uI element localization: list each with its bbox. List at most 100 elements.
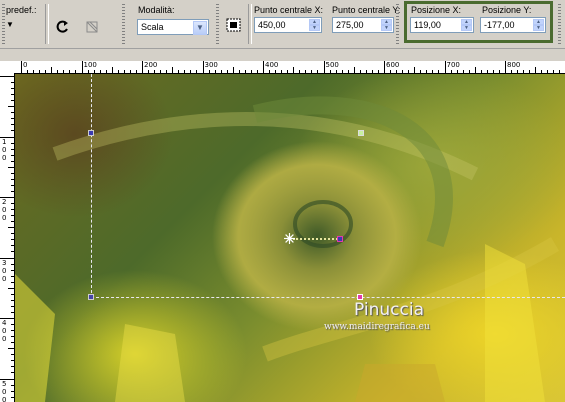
ruler-tick xyxy=(462,70,464,73)
ruler-label: 3 xyxy=(2,258,7,267)
ruler-tick xyxy=(33,70,35,73)
fit-center-icon[interactable] xyxy=(224,15,244,35)
ruler-tick xyxy=(11,82,14,84)
ruler-tick xyxy=(11,293,14,295)
ruler-tick xyxy=(305,70,307,73)
ruler-tick xyxy=(11,94,14,96)
ruler-tick xyxy=(172,67,174,73)
ruler-tick xyxy=(208,70,210,73)
toolbar-grip[interactable] xyxy=(122,4,125,44)
ruler-tick xyxy=(238,70,240,73)
ruler-tick xyxy=(11,305,14,307)
center-y-label: Punto centrale Y: xyxy=(332,5,401,15)
ruler-tick xyxy=(492,70,494,73)
center-x-input[interactable]: 450,00 ▲ ▼ xyxy=(254,17,322,33)
ruler-tick xyxy=(69,70,71,73)
pivot-handle[interactable] xyxy=(337,236,343,242)
ruler-tick xyxy=(426,70,428,73)
ruler-tick xyxy=(511,70,513,73)
ruler-tick xyxy=(474,67,476,73)
ruler-tick xyxy=(486,70,488,73)
ruler-tick xyxy=(63,70,65,73)
rotation-flower-icon[interactable] xyxy=(284,233,295,244)
ruler-tick xyxy=(87,70,89,73)
ruler-label: 0 xyxy=(2,335,7,343)
center-y-input[interactable]: 275,00 ▲ ▼ xyxy=(332,17,394,33)
pos-x-spinner[interactable]: ▲ ▼ xyxy=(461,19,472,31)
ruler-label: 800 xyxy=(507,61,521,69)
ruler-tick xyxy=(160,70,162,73)
crop-select-icon[interactable] xyxy=(82,17,102,37)
ruler-tick xyxy=(142,61,143,73)
ruler-tick xyxy=(178,70,180,73)
ruler-tick xyxy=(323,61,325,73)
center-y-spinner[interactable]: ▲ ▼ xyxy=(381,19,392,31)
mode-select[interactable]: Scala ▼ xyxy=(137,19,209,35)
center-x-spinner[interactable]: ▲ ▼ xyxy=(309,19,320,31)
pos-y-input[interactable]: -177,00 ▲ ▼ xyxy=(480,17,546,33)
ruler-tick xyxy=(8,166,14,168)
toolbar-grip[interactable] xyxy=(216,4,219,44)
ruler-tick xyxy=(51,67,53,73)
preset-dropdown-icon[interactable]: ▼ xyxy=(6,20,14,29)
ruler-tick xyxy=(269,70,271,73)
ruler-tick xyxy=(371,70,373,73)
center-point-handle[interactable] xyxy=(358,130,364,136)
ruler-tick xyxy=(11,342,14,344)
pos-y-spinner[interactable]: ▲ ▼ xyxy=(533,19,544,31)
ruler-label: 700 xyxy=(446,61,460,69)
ruler-tick xyxy=(11,124,14,126)
ruler-tick xyxy=(154,70,156,73)
image-canvas[interactable]: Pinuccia www.maidiregrafica.eu xyxy=(15,74,565,402)
pos-x-input[interactable]: 119,00 ▲ ▼ xyxy=(410,17,474,33)
ruler-tick xyxy=(99,70,101,73)
separator xyxy=(248,4,252,44)
ruler-tick xyxy=(529,70,531,73)
ruler-tick xyxy=(287,70,289,73)
selection-handle[interactable] xyxy=(88,294,94,300)
ruler-tick xyxy=(553,70,555,73)
ruler-tick xyxy=(8,227,14,229)
ruler-tick xyxy=(11,372,14,374)
ruler-label: 0 xyxy=(2,266,7,275)
ruler-label: 0 xyxy=(2,387,7,396)
ruler-tick xyxy=(135,70,137,73)
ruler-tick xyxy=(11,233,14,235)
ruler-tick xyxy=(456,70,458,73)
ruler-label: 2 xyxy=(2,198,7,206)
ruler-label: 0 xyxy=(2,214,7,222)
toolbar-grip[interactable] xyxy=(558,4,561,44)
ruler-tick xyxy=(11,366,14,368)
ruler-tick xyxy=(11,396,14,398)
ruler-tick xyxy=(214,70,216,73)
ruler-tick xyxy=(11,336,14,338)
watermark-url: www.maidiregrafica.eu xyxy=(324,322,430,332)
ruler-tick xyxy=(232,67,234,73)
ruler-tick xyxy=(226,70,228,73)
rotate-arrow-icon[interactable] xyxy=(53,17,73,37)
ruler-tick xyxy=(21,61,22,73)
ruler-label: 1 xyxy=(2,137,7,146)
rotation-handle-line xyxy=(293,238,341,241)
selection-handle[interactable] xyxy=(88,130,94,136)
chevron-down-icon[interactable]: ▼ xyxy=(193,21,207,35)
mode-label: Modalità: xyxy=(138,5,175,15)
ruler-tick xyxy=(11,112,14,114)
ruler-tick xyxy=(11,203,14,205)
ruler-tick xyxy=(11,251,14,253)
ruler-tick xyxy=(220,70,222,73)
selection-guide-vertical[interactable] xyxy=(91,74,93,298)
ruler-tick xyxy=(468,70,470,73)
ruler-tick xyxy=(335,70,337,73)
vertical-ruler: 100200300400500 xyxy=(0,73,15,402)
ruler-tick xyxy=(105,70,107,73)
toolbar-grip[interactable] xyxy=(2,4,5,44)
toolbar-grip[interactable] xyxy=(396,4,399,44)
pos-y-value: -177,00 xyxy=(484,20,515,30)
selection-guide-horizontal[interactable] xyxy=(91,297,565,299)
ruler-tick xyxy=(250,70,252,73)
ruler-tick xyxy=(11,88,14,90)
ruler-tick xyxy=(11,384,14,386)
ruler-tick xyxy=(11,311,14,313)
ruler-tick xyxy=(432,70,434,73)
